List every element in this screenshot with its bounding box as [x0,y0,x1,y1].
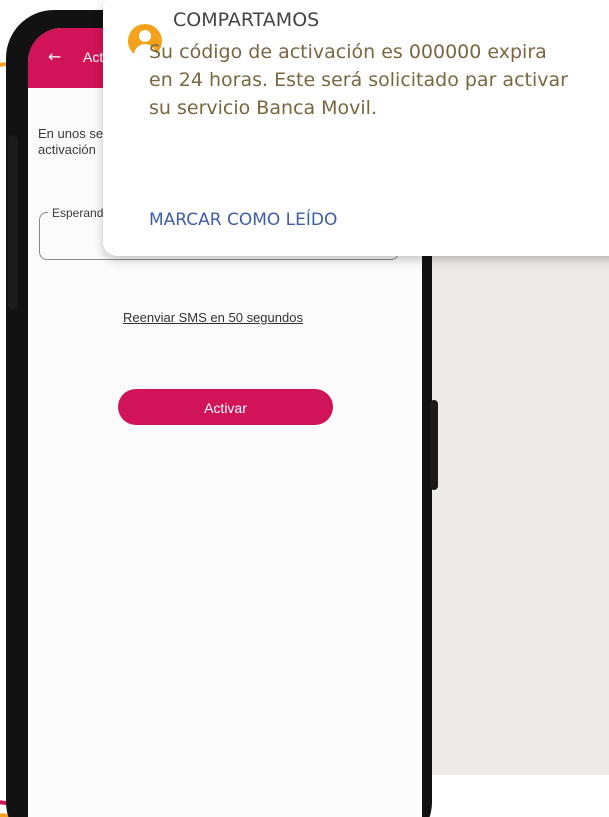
notification-line: su servicio Banca Movil. [149,97,377,119]
notification-body: Su código de activación es 000000 expira… [149,38,609,122]
power-button [430,400,438,490]
resend-sms-link[interactable]: Reenviar SMS en 50 segundos [123,310,303,325]
grey-backdrop [420,250,609,775]
arrow-left-icon[interactable]: ← [48,48,66,66]
notification-line: en 24 horas. Este será solicitado par ac… [149,69,568,91]
volume-button [8,135,18,310]
activate-button[interactable]: Activar [118,389,333,425]
page: ← Activar Banca Movil En unos segundos r… [0,0,609,817]
notification-app-name: COMPARTAMOS [173,9,320,31]
mark-as-read-button[interactable]: MARCAR COMO LEÍDO [149,210,337,230]
notification-line: Su código de activación es 000000 expira [149,41,547,63]
